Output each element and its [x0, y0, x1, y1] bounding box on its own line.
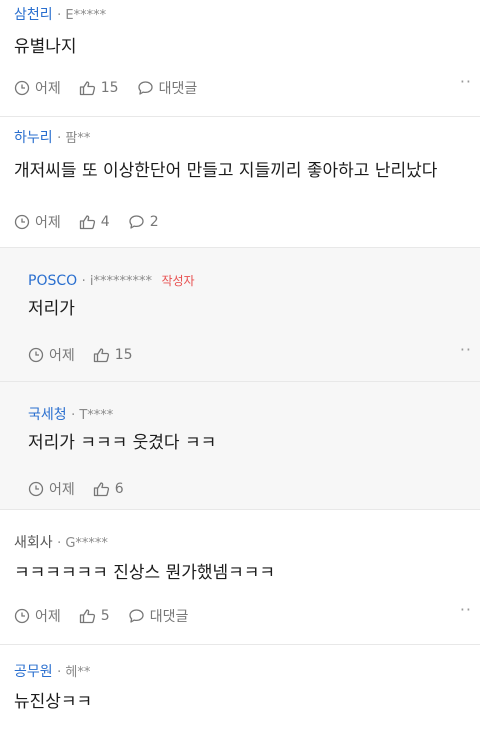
comment-header: 국세청 · T****: [28, 407, 114, 423]
more-options-icon[interactable]: ··: [460, 600, 472, 619]
reply-count: 2: [149, 214, 159, 230]
thumbs-up-icon: [79, 215, 95, 230]
time-stamp: 어제: [28, 345, 75, 365]
commenter-id: T****: [79, 408, 114, 423]
like-button[interactable]: 5: [79, 608, 110, 624]
reply-button[interactable]: 2: [128, 214, 159, 230]
comment-actions: 어제 4 2: [14, 212, 177, 232]
comment-actions: 어제 5 대댓글: [14, 606, 206, 626]
like-count: 6: [114, 481, 124, 497]
commenter-nickname[interactable]: 삼천리: [14, 7, 53, 23]
time-stamp: 어제: [28, 479, 75, 499]
time-stamp: 어제: [14, 606, 61, 626]
commenter-nickname[interactable]: POSCO: [28, 273, 77, 289]
comment-item: 공무원 · 헤** 뉴진상ㅋㅋ: [0, 645, 480, 738]
speech-bubble-icon: [129, 609, 144, 623]
thumbs-up-icon: [79, 609, 95, 624]
comment-header: 삼천리 · E*****: [14, 7, 107, 23]
comment-actions: 어제 15: [28, 345, 151, 365]
commenter-id: E*****: [65, 8, 107, 23]
clock-icon: [28, 347, 44, 363]
like-button[interactable]: 15: [79, 80, 119, 96]
comment-header: 하누리 · 팜**: [14, 130, 91, 146]
like-button[interactable]: 6: [93, 481, 124, 497]
time-stamp: 어제: [14, 212, 61, 232]
commenter-id: i*********: [89, 274, 152, 289]
time-stamp: 어제: [14, 78, 61, 98]
comment-text: 뉴진상ㅋㅋ: [14, 692, 93, 712]
commenter-nickname[interactable]: 국세청: [28, 407, 67, 423]
commenter-nickname[interactable]: 공무원: [14, 664, 53, 680]
comment-item: 새회사 · G***** ㅋㅋㅋㅋㅋㅋ 진상스 뭔가했넴ㅋㅋㅋ 어제 5 대댓글…: [0, 510, 480, 645]
like-count: 15: [100, 80, 119, 96]
clock-icon: [28, 481, 44, 497]
more-options-icon[interactable]: ··: [460, 72, 472, 91]
like-count: 15: [114, 347, 133, 363]
reply-item: POSCO · i********* 작성자 저리가 어제 15 ··: [0, 248, 480, 382]
comment-text: 저리가 ㅋㅋㅋ 웃겼다 ㅋㅋ: [28, 433, 217, 453]
comment-actions: 어제 6: [28, 479, 142, 499]
comment-item: 하누리 · 팜** 개저씨들 또 이상한단어 만들고 지들끼리 좋아하고 난리났…: [0, 117, 480, 248]
like-count: 5: [100, 608, 110, 624]
comment-text: 개저씨들 또 이상한단어 만들고 지들끼리 좋아하고 난리났다: [14, 161, 438, 181]
reply-button[interactable]: 대댓글: [137, 78, 197, 98]
reply-button[interactable]: 대댓글: [128, 606, 188, 626]
comment-text: ㅋㅋㅋㅋㅋㅋ 진상스 뭔가했넴ㅋㅋㅋ: [14, 563, 276, 583]
comment-header: POSCO · i********* 작성자: [28, 273, 195, 289]
comment-actions: 어제 15 대댓글: [14, 78, 215, 98]
thumbs-up-icon: [79, 81, 95, 96]
reply-item: 국세청 · T**** 저리가 ㅋㅋㅋ 웃겼다 ㅋㅋ 어제 6: [0, 382, 480, 510]
like-button[interactable]: 15: [93, 347, 133, 363]
like-button[interactable]: 4: [79, 214, 110, 230]
commenter-id: 헤**: [65, 665, 91, 680]
comment-header: 새회사 · G*****: [14, 535, 108, 551]
clock-icon: [14, 214, 30, 230]
commenter-nickname[interactable]: 하누리: [14, 130, 53, 146]
comment-text: 유별나지: [14, 37, 77, 57]
commenter-nickname[interactable]: 새회사: [14, 535, 53, 551]
more-options-icon[interactable]: ··: [460, 340, 472, 359]
thumbs-up-icon: [93, 482, 109, 497]
thumbs-up-icon: [93, 348, 109, 363]
commenter-id: 팜**: [65, 131, 91, 146]
clock-icon: [14, 608, 30, 624]
comment-text: 저리가: [28, 299, 75, 319]
like-count: 4: [100, 214, 110, 230]
author-badge: 작성자: [161, 274, 195, 288]
clock-icon: [14, 80, 30, 96]
speech-bubble-icon: [129, 215, 144, 229]
commenter-id: G*****: [65, 536, 108, 551]
comment-item: 삼천리 · E***** 유별나지 어제 15 대댓글 ··: [0, 0, 480, 117]
speech-bubble-icon: [137, 81, 153, 95]
comment-header: 공무원 · 헤**: [14, 664, 91, 680]
